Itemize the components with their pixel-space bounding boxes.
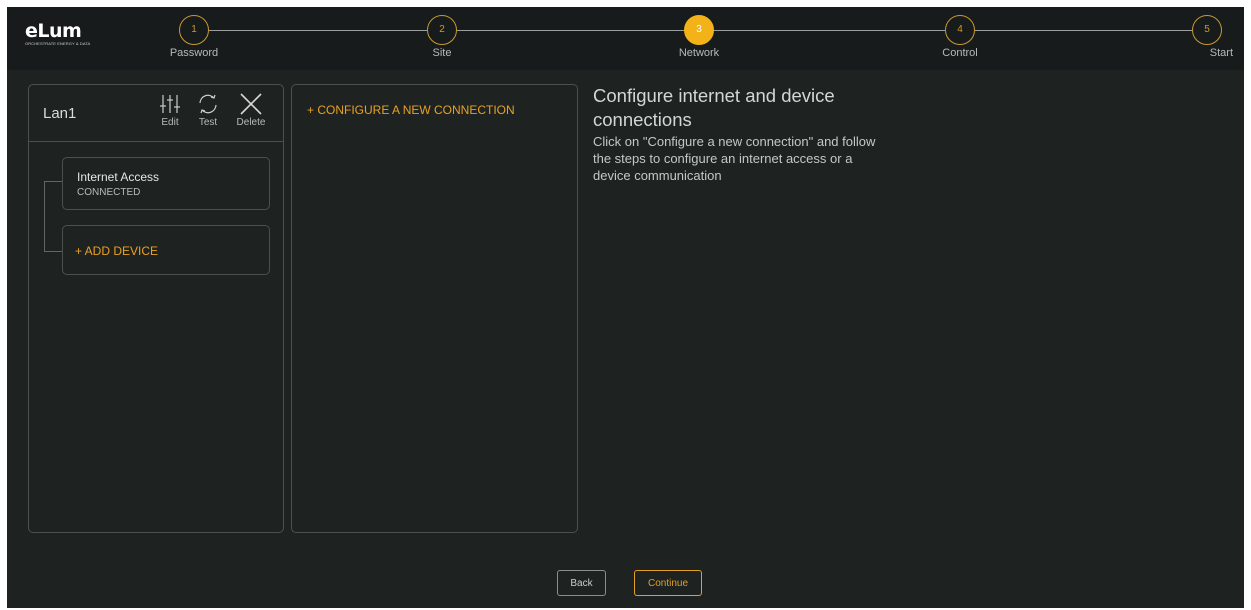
app-window: eLum ORCHESTRATE ENERGY & DATA 1 Passwor… [7,7,1244,608]
step-number: 2 [427,15,457,45]
info-body: Click on "Configure a new connection" an… [593,134,876,183]
connections-panel: + CONFIGURE A NEW CONNECTION [291,84,578,533]
lan-panel: Lan1 Edit Test Delete Internet Access CO… [28,84,284,533]
step-number: 3 [684,15,714,45]
step-label: Site [432,47,452,59]
delete-button[interactable]: Delete [231,92,271,128]
test-label: Test [198,117,218,128]
step-start[interactable]: 5 Start [1173,15,1233,59]
lan-panel-header: Lan1 Edit Test Delete [29,85,283,142]
tree-connector [44,181,63,182]
close-icon [240,93,262,115]
add-device-button[interactable]: + ADD DEVICE [62,225,270,275]
test-button[interactable]: Test [188,92,228,128]
sliders-icon [160,95,180,113]
step-control[interactable]: 4 Control [900,15,1020,59]
step-site[interactable]: 2 Site [382,15,502,59]
step-number: 1 [179,15,209,45]
lan-title: Lan1 [43,105,77,122]
internet-access-card[interactable]: Internet Access CONNECTED [62,157,270,210]
tree-connector [44,181,45,251]
info-title: Configure internet and device connection… [593,85,835,130]
logo-wordmark: eLum [25,20,82,42]
step-number: 5 [1192,15,1222,45]
add-device-label: + ADD DEVICE [75,244,159,258]
configure-new-connection-link[interactable]: + CONFIGURE A NEW CONNECTION [307,103,515,117]
internet-access-title: Internet Access [77,170,160,184]
step-label: Start [1209,47,1233,59]
tree-connector [44,251,63,252]
step-label: Network [678,47,720,59]
refresh-icon [199,94,217,114]
step-password[interactable]: 1 Password [134,15,254,59]
edit-button[interactable]: Edit [150,92,190,128]
delete-label: Delete [236,117,266,128]
edit-label: Edit [161,117,179,128]
step-network[interactable]: 3 Network [639,15,759,59]
info-section: Configure internet and device connection… [593,84,893,184]
logo-tagline: ORCHESTRATE ENERGY & DATA [25,41,91,46]
back-button[interactable]: Back [557,570,606,596]
setup-header: eLum ORCHESTRATE ENERGY & DATA 1 Passwor… [7,7,1244,70]
step-label: Control [942,47,978,59]
brand-logo: eLum ORCHESTRATE ENERGY & DATA [25,21,99,51]
continue-button[interactable]: Continue [634,570,702,596]
step-number: 4 [945,15,975,45]
connection-status: CONNECTED [77,187,141,198]
step-label: Password [169,47,219,59]
